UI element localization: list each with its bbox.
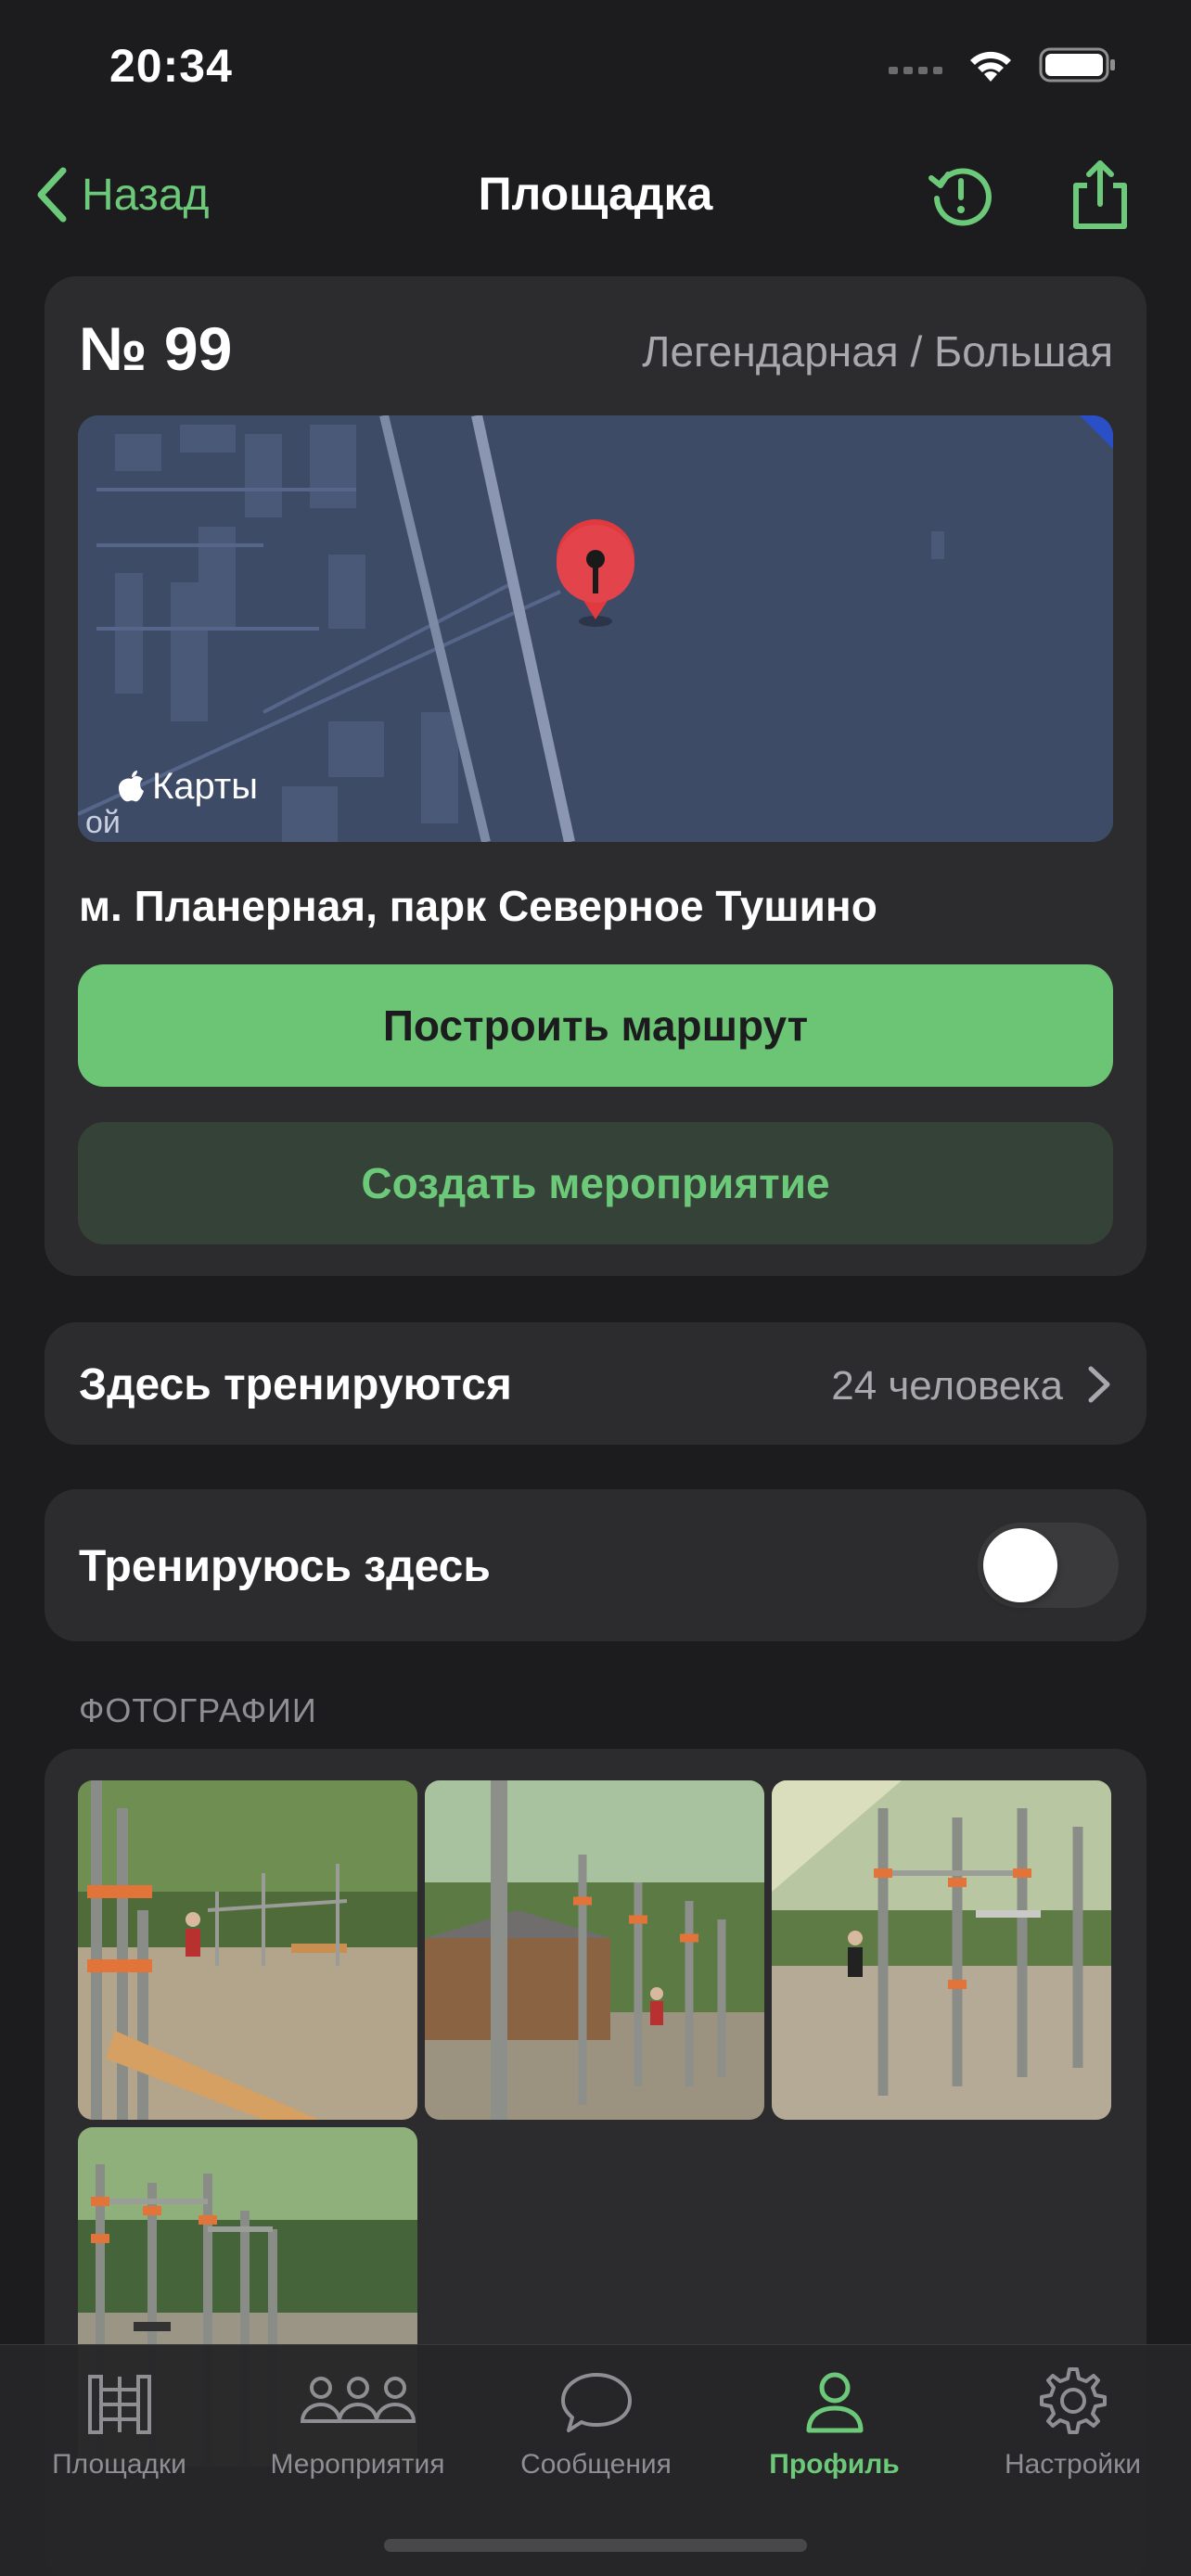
park-address: м. Планерная, парк Северное Тушино (79, 882, 877, 930)
photo-thumbnail[interactable] (78, 1780, 417, 2120)
park-info-card: № 99 Легендарная / Большая ой Карты м. П… (45, 276, 1146, 1276)
toggle-knob (983, 1528, 1057, 1602)
tab-profile-label: Профиль (769, 2449, 900, 2480)
trainees-count: 24 человека (831, 1363, 1063, 1409)
share-icon[interactable] (1063, 158, 1137, 232)
apple-logo-icon (119, 770, 144, 801)
tab-events[interactable]: Мероприятия (238, 2364, 477, 2480)
tab-messages[interactable]: Сообщения (477, 2364, 715, 2480)
map-street-fragment: ой (85, 805, 121, 840)
park-number: № 99 (79, 314, 233, 383)
trainees-row[interactable]: Здесь тренируются 24 человека (45, 1322, 1146, 1445)
map-label-text: Карты (152, 766, 258, 807)
tab-settings-label: Настройки (1004, 2449, 1142, 2480)
navigation-bar: Назад Площадка (0, 148, 1191, 241)
cellular-signal-icon (889, 67, 942, 74)
photo-thumbnail[interactable] (772, 1780, 1111, 2120)
photos-section-header: ФОТОГРАФИИ (79, 1691, 317, 1729)
gear-icon (1039, 2367, 1107, 2434)
chevron-right-icon (1088, 1366, 1110, 1403)
apple-maps-logo: Карты (117, 766, 258, 808)
train-here-row: Тренируюсь здесь (45, 1489, 1146, 1641)
people-icon (300, 2377, 416, 2423)
status-bar: 20:34 (0, 0, 1191, 139)
tab-profile[interactable]: Профиль (715, 2364, 954, 2480)
tab-messages-label: Сообщения (520, 2449, 672, 2480)
create-event-button[interactable]: Создать мероприятие (78, 1122, 1113, 1244)
tab-events-label: Мероприятия (270, 2449, 445, 2480)
build-route-button[interactable]: Построить маршрут (78, 964, 1113, 1087)
page-title: Площадка (478, 168, 713, 220)
ladder-icon (87, 2375, 151, 2434)
person-icon (806, 2372, 863, 2433)
status-icons (889, 46, 1117, 83)
park-type: Легендарная / Большая (642, 327, 1113, 376)
battery-icon (1039, 47, 1115, 83)
wifi-icon (970, 51, 1011, 82)
clock-alert-icon[interactable] (924, 158, 998, 232)
tab-parks-label: Площадки (52, 2449, 186, 2480)
tab-parks[interactable]: Площадки (0, 2364, 238, 2480)
photo-thumbnail[interactable] (425, 1780, 764, 2120)
status-time: 20:34 (109, 40, 233, 92)
trainees-label: Здесь тренируются (79, 1360, 512, 1409)
home-indicator (384, 2539, 807, 2552)
tab-settings[interactable]: Настройки (954, 2364, 1191, 2480)
train-here-toggle[interactable] (978, 1523, 1119, 1608)
map-preview[interactable]: ой Карты (78, 415, 1113, 842)
train-here-label: Тренируюсь здесь (79, 1542, 491, 1591)
chat-bubble-icon (560, 2373, 632, 2432)
